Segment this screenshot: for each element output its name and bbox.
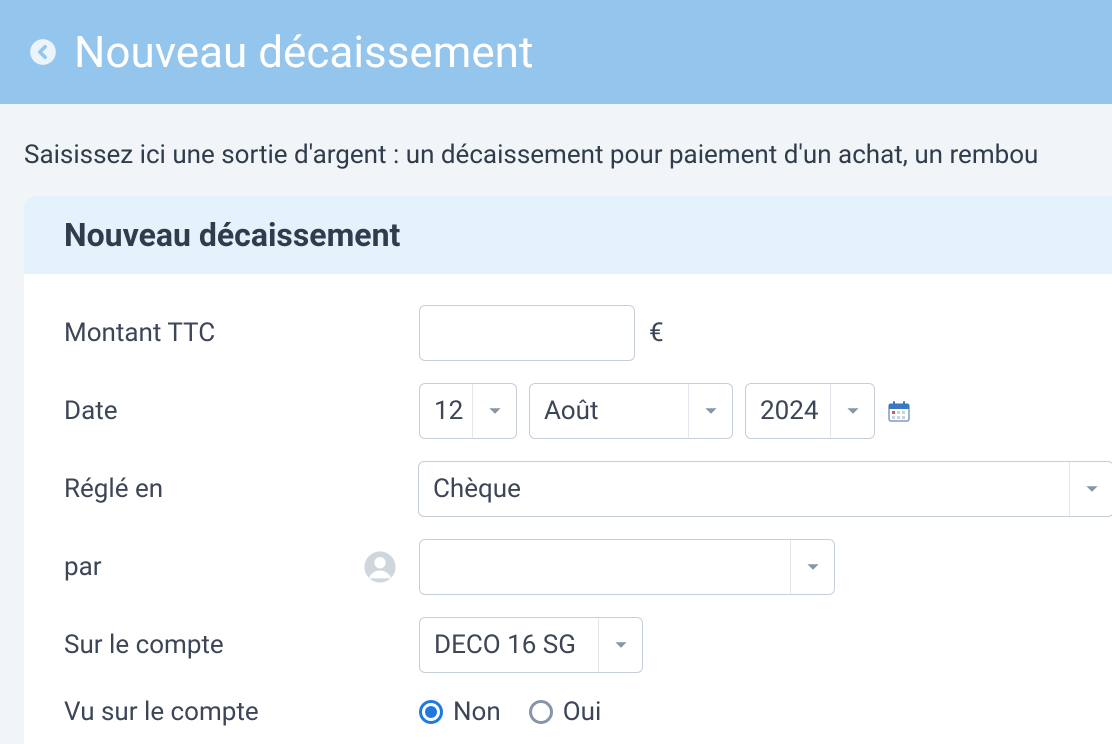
chevron-down-icon <box>688 384 732 438</box>
chevron-down-icon <box>472 384 516 438</box>
date-day-value: 12 <box>434 396 463 426</box>
paid-in-value: Chèque <box>433 474 521 504</box>
label-seen: Vu sur le compte <box>64 697 419 727</box>
date-year-value: 2024 <box>760 396 818 426</box>
form-card: Nouveau décaissement Montant TTC € Date … <box>24 196 1112 744</box>
seen-radio-yes-label: Oui <box>563 697 602 727</box>
chevron-down-icon <box>830 384 874 438</box>
chevron-down-icon <box>598 618 642 672</box>
seen-radio-yes[interactable]: Oui <box>529 697 602 727</box>
date-month-value: Août <box>544 396 598 426</box>
card-header: Nouveau décaissement <box>24 196 1112 274</box>
paid-in-select[interactable]: Chèque <box>418 461 1112 517</box>
calendar-icon[interactable] <box>887 399 911 423</box>
seen-radio-group: Non Oui <box>419 697 601 727</box>
form: Montant TTC € Date 12 Août 2024 <box>24 274 1112 744</box>
row-paid-in: Réglé en Chèque <box>24 450 1112 528</box>
currency-symbol: € <box>649 318 664 348</box>
page-title: Nouveau décaissement <box>74 26 533 78</box>
label-paid-in: Réglé en <box>64 474 418 504</box>
seen-radio-no-label: Non <box>453 697 501 727</box>
seen-radio-no[interactable]: Non <box>419 697 501 727</box>
row-seen: Vu sur le compte Non Oui <box>24 684 1112 744</box>
intro-text: Saisissez ici une sortie d'argent : un d… <box>0 104 1112 196</box>
person-icon <box>363 550 397 584</box>
date-month-select[interactable]: Août <box>529 383 733 439</box>
back-icon[interactable] <box>28 37 58 67</box>
row-date: Date 12 Août 2024 <box>24 372 1112 450</box>
row-account: Sur le compte DECO 16 SG <box>24 606 1112 684</box>
page-header: Nouveau décaissement <box>0 0 1112 104</box>
account-select[interactable]: DECO 16 SG <box>419 617 643 673</box>
row-by: par <box>24 528 1112 606</box>
date-day-select[interactable]: 12 <box>419 383 517 439</box>
label-date: Date <box>64 396 419 426</box>
label-by: par <box>64 552 102 582</box>
row-amount: Montant TTC € <box>24 294 1112 372</box>
date-year-select[interactable]: 2024 <box>745 383 875 439</box>
account-value: DECO 16 SG <box>434 630 576 660</box>
label-amount: Montant TTC <box>64 318 419 348</box>
label-account: Sur le compte <box>64 630 419 660</box>
chevron-down-icon <box>790 540 834 594</box>
card-title: Nouveau décaissement <box>64 216 1080 254</box>
amount-input[interactable] <box>419 305 635 361</box>
by-select[interactable] <box>419 539 835 595</box>
chevron-down-icon <box>1069 462 1112 516</box>
